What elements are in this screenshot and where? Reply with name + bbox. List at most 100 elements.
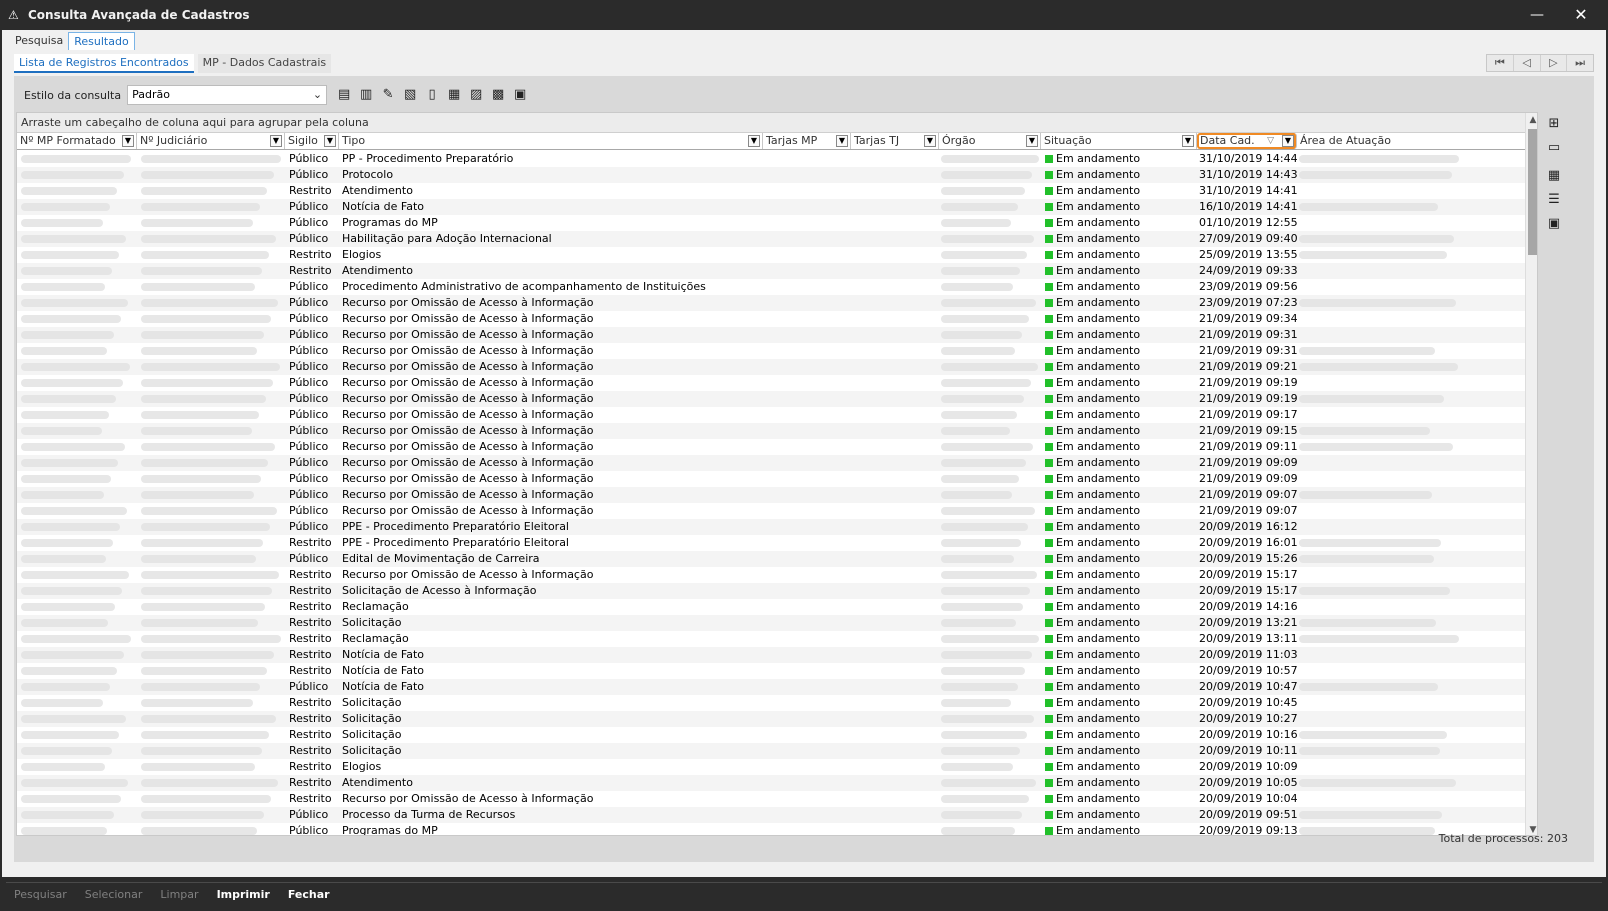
table-row[interactable]: Restrito Solicitação Em andamento 20/09/201… [17,711,1525,727]
cell-data-cad: 21/09/2019 09:34 [1199,312,1298,325]
col-header-judiciario[interactable]: Nº Judiciário ▼ [137,133,285,149]
table-row[interactable]: Restrito Solicitação Em andamento 20/09/201… [17,727,1525,743]
table-row[interactable]: Público Recurso por Omissão de Acesso à I… [17,343,1525,359]
col-header-tipo[interactable]: Tipo ▼ [339,133,763,149]
dropdown-icon[interactable]: ▼ [122,135,134,147]
dropdown-icon[interactable]: ▼ [924,135,936,147]
dropdown-icon[interactable]: ▼ [836,135,848,147]
table-row[interactable]: Restrito Solicitação de Acesso à Informaç… [17,583,1525,599]
list-view-icon[interactable]: ☰ [1544,190,1564,210]
minimize-button[interactable]: — [1516,0,1558,30]
card-view-icon[interactable]: ▣ [1544,214,1564,234]
table-row[interactable]: Público PPE - Procedimento Preparatório E… [17,519,1525,535]
table-row[interactable]: Restrito Reclamação Em andamento 20/09/2019… [17,599,1525,615]
dropdown-icon[interactable]: ▼ [1182,135,1194,147]
table-row[interactable]: Público PP - Procedimento Preparatório Em … [17,151,1525,167]
table-row[interactable]: Público Recurso por Omissão de Acesso à I… [17,295,1525,311]
table-row[interactable]: Público Protocolo Em andamento 31/10/2019 1… [17,167,1525,183]
pesquisar-button[interactable]: Pesquisar [14,888,67,901]
print-layout-icon[interactable]: ▨ [465,85,487,105]
dropdown-icon[interactable]: ▼ [1026,135,1038,147]
cell-sigilo: Restrito [289,184,332,197]
scroll-thumb[interactable] [1528,129,1537,255]
last-record-icon[interactable]: ⏭ [1567,55,1593,71]
table-row[interactable]: Público Recurso por Omissão de Acesso à I… [17,359,1525,375]
next-record-icon[interactable]: ▷ [1541,55,1568,71]
close-button[interactable]: ✕ [1560,0,1602,30]
table-row[interactable]: Público Recurso por Omissão de Acesso à I… [17,487,1525,503]
table-row[interactable]: Restrito Notícia de Fato Em andamento 20/09… [17,647,1525,663]
table-row[interactable]: Restrito Solicitação Em andamento 20/09/201… [17,695,1525,711]
table-row[interactable]: Restrito Reclamação Em andamento 20/09/2019… [17,631,1525,647]
dropdown-icon[interactable]: ▼ [1282,135,1294,147]
table-row[interactable]: Público Recurso por Omissão de Acesso à I… [17,455,1525,471]
table-row[interactable]: Público Recurso por Omissão de Acesso à I… [17,391,1525,407]
table-row[interactable]: Público Processo da Turma de Recursos Em a… [17,807,1525,823]
table-row[interactable]: Público Recurso por Omissão de Acesso à I… [17,375,1525,391]
table-row[interactable]: Público Notícia de Fato Em andamento 20/09/… [17,679,1525,695]
style-select[interactable]: Padrão ⌄ [127,85,328,105]
col-header-orgao[interactable]: Órgão ▼ [939,133,1041,149]
col-header-data-cad[interactable]: Data Cad. ▽ ▼ [1197,133,1297,149]
limpar-button[interactable]: Limpar [160,888,198,901]
table-row[interactable]: Público Habilitação para Adoção Internaci… [17,231,1525,247]
fechar-button[interactable]: Fechar [288,888,330,901]
table-row[interactable]: Público Programas do MP Em andamento 20/09/… [17,823,1525,835]
collapse-icon[interactable]: ▭ [1544,138,1564,158]
table-row[interactable]: Restrito Elogios Em andamento 25/09/2019 13… [17,247,1525,263]
tree-view-icon[interactable]: ⊞ [1544,114,1564,134]
dropdown-icon[interactable]: ▼ [748,135,760,147]
table-row[interactable]: Público Programas do MP Em andamento 01/10/… [17,215,1525,231]
dropdown-icon[interactable]: ▼ [270,135,282,147]
document-icon[interactable]: ▯ [421,85,443,105]
edit-icon[interactable]: ✎ [377,85,399,105]
selecionar-button[interactable]: Selecionar [85,888,143,901]
col-header-situacao[interactable]: Situação ▼ [1041,133,1197,149]
scroll-up-icon[interactable]: ▲ [1526,113,1537,127]
table-row[interactable]: Restrito Recurso por Omissão de Acesso à … [17,791,1525,807]
delete-icon[interactable]: ▥ [355,85,377,105]
table-row[interactable]: Público Recurso por Omissão de Acesso à I… [17,407,1525,423]
redacted-cell [21,539,113,547]
col-header-tarjas-mp[interactable]: Tarjas MP ▼ [763,133,851,149]
layout-icon[interactable]: ▦ [443,85,465,105]
format-icon[interactable]: ▣ [509,85,531,105]
col-header-tarjas-tj[interactable]: Tarjas TJ ▼ [851,133,939,149]
table-row[interactable]: Restrito Recurso por Omissão de Acesso à … [17,567,1525,583]
table-row[interactable]: Restrito Atendimento Em andamento 20/09/201… [17,775,1525,791]
table-row[interactable]: Público Recurso por Omissão de Acesso à I… [17,311,1525,327]
table-row[interactable]: Restrito Atendimento Em andamento 31/10/201… [17,183,1525,199]
cell-data-cad: 31/10/2019 14:41 [1199,184,1298,197]
table-row[interactable]: Restrito PPE - Procedimento Preparatório … [17,535,1525,551]
tab-resultado[interactable]: Resultado [68,32,135,50]
table-row[interactable]: Público Procedimento Administrativo de ac… [17,279,1525,295]
table-row[interactable]: Público Recurso por Omissão de Acesso à I… [17,503,1525,519]
grid-view-icon[interactable]: ▦ [1544,166,1564,186]
table-row[interactable]: Restrito Solicitação Em andamento 20/09/201… [17,743,1525,759]
table-row[interactable]: Público Recurso por Omissão de Acesso à I… [17,471,1525,487]
table-row[interactable]: Restrito Solicitação Em andamento 20/09/201… [17,615,1525,631]
status-green-icon [1045,523,1053,531]
export-excel-icon[interactable]: ▧ [399,85,421,105]
table-row[interactable]: Público Recurso por Omissão de Acesso à I… [17,327,1525,343]
vertical-scrollbar[interactable]: ▲ ▼ [1525,113,1537,835]
table-row[interactable]: Restrito Notícia de Fato Em andamento 20/09… [17,663,1525,679]
table-row[interactable]: Público Edital de Movimentação de Carreir… [17,551,1525,567]
col-header-area[interactable]: Área de Atuação [1297,133,1525,149]
table-row[interactable]: Restrito Atendimento Em andamento 24/09/201… [17,263,1525,279]
col-header-sigilo[interactable]: Sigilo ▼ [285,133,339,149]
save-icon[interactable]: ▤ [333,85,355,105]
table-row[interactable]: Restrito Elogios Em andamento 20/09/2019 10… [17,759,1525,775]
table-row[interactable]: Público Recurso por Omissão de Acesso à I… [17,423,1525,439]
print-icon[interactable]: ▩ [487,85,509,105]
prev-record-icon[interactable]: ◁ [1514,55,1541,71]
tab-pesquisa[interactable]: Pesquisa [10,32,68,50]
table-row[interactable]: Público Recurso por Omissão de Acesso à I… [17,439,1525,455]
subtab-lista[interactable]: Lista de Registros Encontrados [14,54,194,73]
dropdown-icon[interactable]: ▼ [324,135,336,147]
first-record-icon[interactable]: ⏮ [1487,55,1514,71]
col-header-mp[interactable]: Nº MP Formatado ▼ [17,133,137,149]
table-row[interactable]: Público Notícia de Fato Em andamento 16/10/… [17,199,1525,215]
subtab-dados[interactable]: MP - Dados Cadastrais [197,54,332,73]
imprimir-button[interactable]: Imprimir [217,888,270,901]
